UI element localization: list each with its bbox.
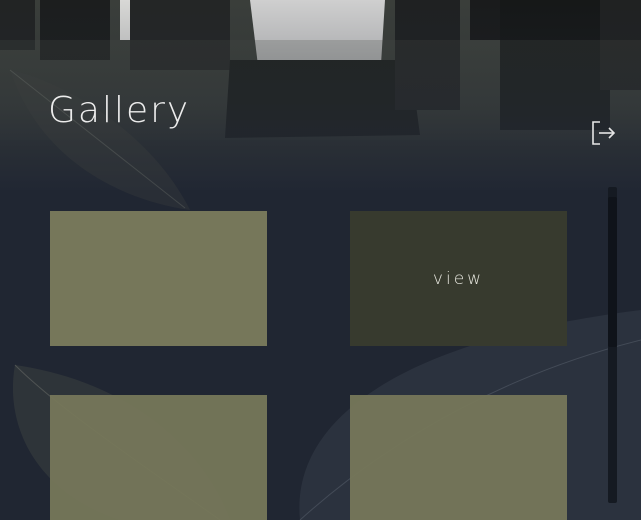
- page-title: Gallery: [48, 90, 191, 131]
- scrollbar[interactable]: [608, 187, 617, 503]
- logout-button[interactable]: [588, 118, 618, 148]
- scrollbar-thumb[interactable]: [608, 197, 617, 347]
- gallery-tile-1[interactable]: [50, 211, 267, 346]
- view-label: view: [432, 268, 485, 289]
- gallery-tile-label: [50, 395, 267, 520]
- gallery-tile-label: [50, 211, 267, 346]
- gallery-tile-4[interactable]: [350, 395, 567, 520]
- gallery-tile-2[interactable]: view: [350, 211, 567, 346]
- gallery-screen: Gallery view: [0, 0, 641, 520]
- logout-icon: [592, 121, 616, 145]
- gallery-tile-label: [350, 395, 567, 520]
- gallery-tile-3[interactable]: [50, 395, 267, 520]
